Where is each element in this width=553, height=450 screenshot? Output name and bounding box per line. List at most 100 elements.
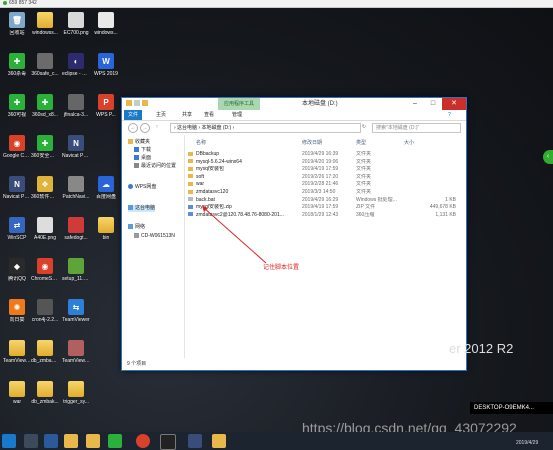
properties-icon[interactable]	[134, 100, 140, 106]
desktop-shortcut[interactable]: 🗑 回收站	[3, 12, 31, 36]
nav-desktop[interactable]: 桌面	[134, 155, 151, 162]
desktop-shortcut[interactable]: ❖ 360软件管家	[31, 176, 59, 200]
tab-share[interactable]: 共享	[178, 110, 196, 120]
download-icon	[134, 147, 139, 153]
folder-icon[interactable]	[86, 434, 100, 448]
maximize-button[interactable]: □	[424, 98, 442, 110]
desktop-shortcut[interactable]: P WPS P...	[92, 94, 120, 118]
file-row[interactable]: mysql-5.6.24-winx64 2019/4/20 19:06 文件夹	[186, 159, 462, 166]
desktop-shortcut[interactable]: setup_11.3...	[62, 258, 90, 282]
desktop-shortcut[interactable]: ⇆ TeamViewer	[62, 299, 90, 323]
nav-this-pc[interactable]: 这台电脑	[128, 205, 156, 212]
desktop-shortcut[interactable]: ✺ 向日葵	[3, 299, 31, 323]
desktop-shortcut[interactable]: safedogt...	[62, 217, 90, 241]
nav-favorites[interactable]: 收藏夹	[128, 139, 150, 146]
desktop-shortcut[interactable]: N Navicat Premium	[3, 176, 31, 200]
security-icon[interactable]	[108, 434, 122, 448]
desktop-shortcut[interactable]: jfinalca-3...	[62, 94, 90, 118]
desktop-shortcut[interactable]: ✚ 360杀毒	[3, 53, 31, 77]
desktop-shortcut[interactable]: windows...	[92, 12, 120, 36]
chrome-icon[interactable]	[136, 434, 150, 448]
file-date: 2019/4/19 17:59	[302, 166, 339, 173]
desktop-shortcut[interactable]: N Navicat Premiu...	[62, 135, 90, 159]
new-folder-icon[interactable]	[142, 100, 148, 106]
file-row[interactable]: zmdatasvc120 2019/3/3 14:50 文件夹	[186, 189, 462, 196]
forward-icon[interactable]: →	[140, 123, 150, 133]
remote-panel-toggle-icon[interactable]: ‹	[543, 150, 553, 164]
tab-file[interactable]: 文件	[124, 110, 142, 120]
annotation-arrow	[202, 206, 267, 264]
up-icon[interactable]: ↑	[153, 123, 161, 131]
desktop-shortcut[interactable]: ◉ ChromeSe...	[31, 258, 59, 282]
column-size[interactable]: 大小	[404, 139, 414, 146]
powershell-icon[interactable]	[44, 434, 58, 448]
desktop-shortcut[interactable]: PatchNavi...	[62, 176, 90, 200]
help-icon[interactable]: ?	[444, 110, 455, 120]
close-button[interactable]: ✕	[442, 98, 466, 110]
file-row[interactable]: soft 2019/2/26 17:20 文件夹	[186, 174, 462, 181]
tab-manage[interactable]: 管理	[228, 110, 246, 120]
back-icon[interactable]: ←	[128, 123, 138, 133]
nav-cd[interactable]: CD-W061513N	[134, 233, 175, 240]
context-tab-app-tools[interactable]: 应用程序工具	[218, 98, 260, 110]
column-date[interactable]: 修改日期	[302, 139, 322, 146]
minimize-button[interactable]: –	[406, 98, 424, 110]
desktop-shortcut[interactable]: EC700.png	[62, 12, 90, 36]
desktop-shortcut[interactable]: A40E.png	[31, 217, 59, 241]
desktop-shortcut[interactable]: ⇄ WinSCP	[3, 217, 31, 241]
shortcut-label: EC700.png	[63, 30, 89, 36]
file-name: zmdatasvc120	[188, 189, 298, 196]
nav-network[interactable]: 网络	[128, 224, 145, 231]
desktop-shortcut[interactable]: ◐ eclipse - 快捷方式	[62, 53, 90, 77]
nav-wps-cloud[interactable]: WPS网盘	[128, 184, 156, 191]
tab-view[interactable]: 查看	[200, 110, 218, 120]
shortcut-icon	[98, 217, 114, 233]
file-row[interactable]: mysql安装包 2019/4/19 17:59 文件夹	[186, 166, 462, 173]
shortcut-icon: W	[98, 53, 114, 69]
desktop-shortcut[interactable]: TeamView... 破解版	[3, 340, 31, 364]
desktop-shortcut[interactable]: ✚ 360可视	[3, 94, 31, 118]
desktop-shortcut[interactable]: trigger_sy...	[62, 381, 90, 405]
file-row[interactable]: DBbackup 2019/4/29 16:39 文件夹	[186, 151, 462, 158]
file-row[interactable]: war 2019/2/28 21:46 文件夹	[186, 181, 462, 188]
refresh-icon[interactable]: ↻	[360, 123, 368, 131]
desktop-shortcut[interactable]: db_zmbak... 破解版	[31, 340, 59, 364]
desktop-shortcut[interactable]: W WPS 2019	[92, 53, 120, 77]
shortcut-label: WPS P...	[96, 112, 116, 118]
desktop-shortcut[interactable]: ◆ 腾讯QQ	[3, 258, 31, 282]
file-date: 2019/4/29 16:39	[302, 151, 339, 157]
shortcut-icon: ✚	[9, 94, 25, 110]
column-type[interactable]: 类型	[356, 139, 366, 146]
terminal-icon[interactable]	[160, 434, 176, 450]
column-name[interactable]: 名称	[196, 139, 206, 146]
remote-connection-bar: 659 857 342	[0, 0, 553, 8]
folder-icon[interactable]	[126, 100, 132, 106]
tab-home[interactable]: 主页	[152, 110, 170, 120]
search-input[interactable]: 搜索"本地磁盘 (D:)"	[372, 123, 461, 133]
desktop-shortcut[interactable]: cron4j-2.2...	[31, 299, 59, 323]
address-bar[interactable]: › 这台电脑 › 本地磁盘 (D:) ›	[170, 123, 361, 133]
nav-downloads[interactable]: 下载	[134, 147, 151, 154]
shortcut-icon	[68, 12, 84, 28]
desktop-shortcut[interactable]: db_zmbak...	[31, 381, 59, 405]
server-manager-icon[interactable]	[24, 434, 38, 448]
shortcut-label: PatchNavi...	[62, 194, 90, 200]
desktop-shortcut[interactable]: ◉ Google Chrome	[3, 135, 31, 159]
file-row[interactable]: back.bat 2019/4/29 16:29 Windows 批处理... 1 K…	[186, 197, 462, 204]
shortcut-icon: ✚	[37, 94, 53, 110]
desktop-shortcut[interactable]: ✚ 360安全卫士	[31, 135, 59, 159]
nav-recent[interactable]: 最近访问的位置	[134, 163, 176, 170]
desktop-shortcut[interactable]: bin	[92, 217, 120, 241]
file-explorer-icon[interactable]	[64, 434, 78, 448]
desktop-shortcut[interactable]: ✚ 360sd_x8...	[31, 94, 59, 118]
shortcut-icon	[37, 340, 53, 356]
start-icon[interactable]	[2, 434, 16, 448]
navicat-icon[interactable]	[188, 434, 202, 448]
folder-icon[interactable]	[212, 434, 226, 448]
desktop-shortcut[interactable]: war	[3, 381, 31, 405]
desktop-shortcut[interactable]: ☁ 百度网盘	[92, 176, 120, 200]
desktop-shortcut[interactable]: windowss...	[31, 12, 59, 36]
desktop-shortcut[interactable]: TeamView... 破解版.rar	[62, 340, 90, 364]
shortcut-label: safedogt...	[64, 235, 88, 241]
desktop-shortcut[interactable]: 360safe_c...	[31, 53, 59, 77]
